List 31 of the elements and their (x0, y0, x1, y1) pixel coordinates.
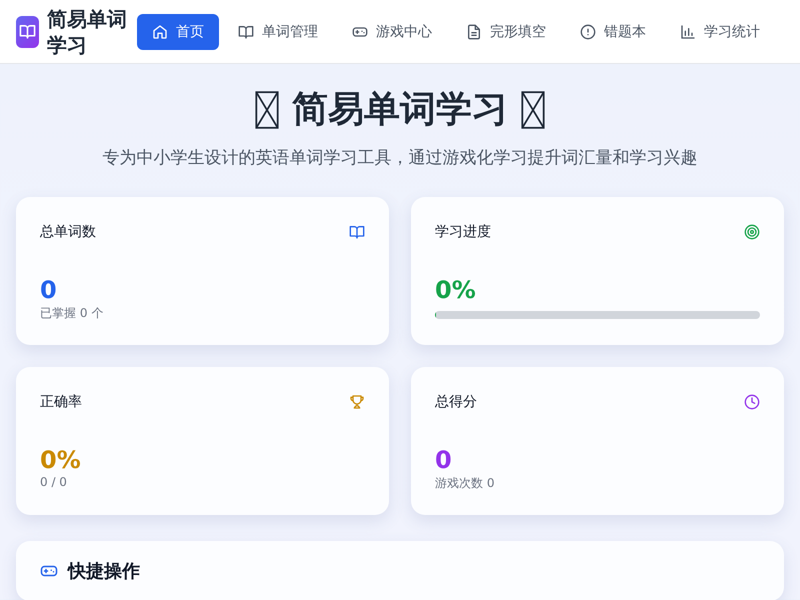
stat-value: 0 (435, 445, 453, 475)
stat-note: 已掌握 0 个 (40, 305, 104, 322)
nav-tab[interactable]: 首页 (137, 14, 219, 50)
clock-icon (744, 394, 760, 410)
stat-value: 0% (435, 275, 477, 305)
stat-value: 0% (40, 445, 82, 475)
document-icon (466, 24, 482, 40)
nav-tab[interactable]: 单词管理 (223, 14, 333, 50)
bar-chart-icon (680, 24, 696, 40)
target-icon (744, 224, 760, 240)
nav-tab[interactable]: 游戏中心 (337, 14, 447, 50)
book-logo-icon (16, 16, 39, 48)
stat-title: 正确率 (40, 393, 82, 411)
page-heading: 简易单词学习 (292, 88, 508, 132)
section-title: 快捷操作 (68, 560, 140, 583)
stat-title: 总单词数 (40, 223, 96, 241)
nav-tab[interactable]: 错题本 (565, 14, 661, 50)
nav-tab[interactable]: 完形填空 (451, 14, 561, 50)
nav-tab[interactable]: 学习统计 (665, 14, 775, 50)
trophy-icon (349, 394, 365, 410)
stat-note: 游戏次数 0 (435, 475, 496, 492)
home-icon (152, 24, 168, 40)
stat-value: 0 (40, 275, 58, 305)
book-icon (238, 24, 254, 40)
stat-title: 总得分 (435, 393, 477, 411)
stat-note: 0 / 0 (40, 475, 68, 489)
stat-title: 学习进度 (435, 223, 491, 241)
book-icon (349, 224, 365, 240)
page-subtitle: 专为中小学生设计的英语单词学习工具，通过游戏化学习提升词汇量和学习兴趣 (102, 147, 698, 169)
alert-icon (580, 24, 596, 40)
app-title: 简易单词学习 (47, 6, 128, 58)
